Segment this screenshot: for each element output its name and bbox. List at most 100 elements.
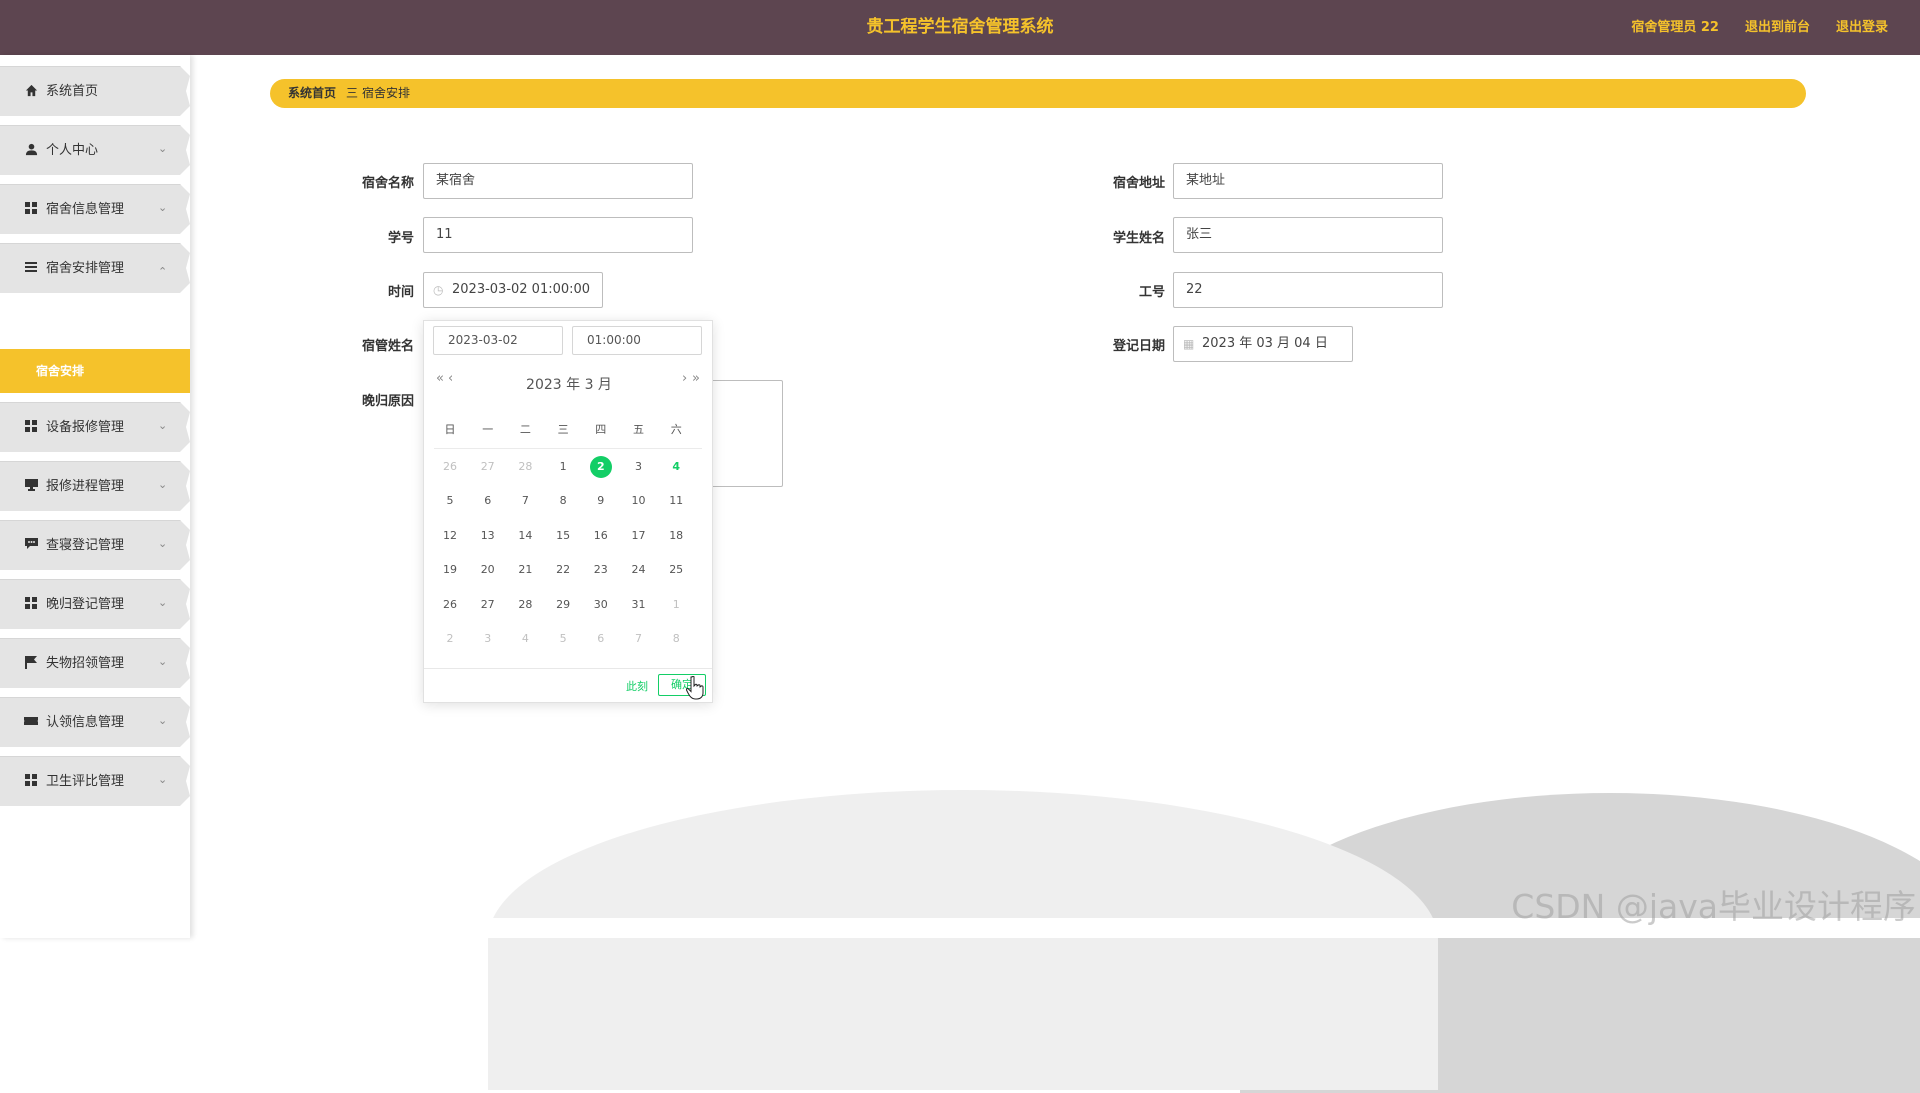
- clock-icon: ◷: [433, 283, 444, 297]
- calendar-day[interactable]: 8: [544, 489, 582, 513]
- sidebar-subitem-label: 宿舍安排: [36, 364, 85, 378]
- sidebar-item-repair[interactable]: 设备报修管理 ⌄: [0, 402, 190, 452]
- calendar-day[interactable]: 5: [431, 489, 469, 513]
- picker-time-input[interactable]: 01:00:00: [572, 326, 702, 355]
- chevron-down-icon: ⌄: [158, 419, 168, 432]
- sidebar-item-label: 宿舍安排管理: [46, 261, 125, 276]
- calendar-day[interactable]: 1: [544, 455, 582, 479]
- calendar-day[interactable]: 28: [506, 593, 544, 617]
- picker-month-title[interactable]: 2023 年 3 月: [424, 374, 714, 394]
- weekday-header: 六: [670, 423, 682, 436]
- calendar-day[interactable]: 13: [469, 524, 507, 548]
- calendar-day[interactable]: 3: [620, 455, 658, 479]
- chevron-down-icon: ⌄: [158, 596, 168, 609]
- staff-id-field[interactable]: 22: [1173, 272, 1443, 308]
- logout-link[interactable]: 退出登录: [1836, 0, 1888, 55]
- calendar-day: 6: [597, 632, 605, 645]
- calendar-day[interactable]: 10: [620, 489, 658, 513]
- chevron-down-icon: ⌄: [158, 142, 168, 155]
- calendar-day: 27: [480, 460, 495, 473]
- sidebar-item-dorm-arrange[interactable]: 宿舍安排管理 ⌃: [0, 243, 190, 293]
- sidebar-item-check-register[interactable]: 查寝登记管理 ⌄: [0, 520, 190, 570]
- calendar-day[interactable]: 4: [657, 455, 695, 479]
- calendar-day[interactable]: 2: [582, 455, 620, 479]
- picker-now-button[interactable]: 此刻: [626, 678, 648, 694]
- chevron-down-icon: ⌄: [158, 201, 168, 214]
- sidebar-item-label: 设备报修管理: [46, 420, 125, 435]
- register-date-label: 登记日期: [1112, 339, 1165, 354]
- time-field-value: 2023-03-02 01:00:00: [452, 282, 591, 297]
- calendar-day: 5: [559, 632, 567, 645]
- calendar-day[interactable]: 27: [469, 593, 507, 617]
- calendar-day[interactable]: 30: [582, 593, 620, 617]
- calendar-day: 8: [672, 632, 680, 645]
- register-date-field[interactable]: ▦ 2023 年 03 月 04 日: [1173, 326, 1353, 362]
- sidebar-item-late-register[interactable]: 晚归登记管理 ⌄: [0, 579, 190, 629]
- calendar-day[interactable]: 18: [657, 524, 695, 548]
- student-name-field[interactable]: 张三: [1173, 217, 1443, 253]
- calendar-day[interactable]: 19: [431, 558, 469, 582]
- breadcrumb-home[interactable]: 系统首页: [288, 79, 336, 108]
- calendar-day: 3: [484, 632, 492, 645]
- next-year-icon[interactable]: »: [692, 371, 700, 386]
- calendar-day[interactable]: 22: [544, 558, 582, 582]
- sidebar-subitem-dorm-arrange[interactable]: 宿舍安排: [0, 349, 190, 393]
- dorm-address-field[interactable]: 某地址: [1173, 163, 1443, 199]
- sidebar-item-label: 报修进程管理: [46, 479, 125, 494]
- calendar-day[interactable]: 21: [506, 558, 544, 582]
- calendar-icon: ▦: [1183, 337, 1195, 351]
- calendar-day: 28: [518, 460, 533, 473]
- grid-icon: [24, 597, 38, 611]
- picker-date-input[interactable]: 2023-03-02: [433, 326, 563, 355]
- next-month-icon[interactable]: ›: [682, 371, 687, 386]
- weekday-header: 三: [557, 423, 569, 436]
- calendar-day[interactable]: 15: [544, 524, 582, 548]
- calendar-day[interactable]: 9: [582, 489, 620, 513]
- grid-icon: [24, 202, 38, 216]
- calendar-day: 4: [521, 632, 529, 645]
- exit-to-front-link[interactable]: 退出到前台: [1745, 0, 1810, 55]
- selected-day-marker: 2: [589, 456, 612, 478]
- weekday-header: 五: [633, 423, 644, 436]
- calendar-day[interactable]: 26: [431, 593, 469, 617]
- calendar-day[interactable]: 6: [469, 489, 507, 513]
- calendar-day[interactable]: 24: [620, 558, 658, 582]
- calendar-day[interactable]: 14: [506, 524, 544, 548]
- calendar-day[interactable]: 31: [620, 593, 658, 617]
- time-field[interactable]: ◷ 2023-03-02 01:00:00: [423, 272, 603, 308]
- datetime-picker-popup: 2023-03-02 01:00:00 « ‹ 2023 年 3 月 › » 日…: [423, 320, 713, 703]
- list-icon: [24, 261, 38, 275]
- user-icon: [24, 143, 38, 157]
- calendar-day[interactable]: 17: [620, 524, 658, 548]
- sidebar-item-hygiene[interactable]: 卫生评比管理 ⌄: [0, 756, 190, 806]
- current-user-label: 宿舍管理员 22: [1631, 20, 1719, 35]
- sidebar-item-home[interactable]: 系统首页: [0, 66, 190, 116]
- calendar-day[interactable]: 29: [544, 593, 582, 617]
- calendar-day[interactable]: 23: [582, 558, 620, 582]
- chevron-down-icon: ⌄: [158, 773, 168, 786]
- sidebar-item-label: 失物招领管理: [46, 656, 125, 671]
- student-id-label: 学号: [387, 231, 414, 246]
- weekday-header: 日: [444, 423, 456, 436]
- calendar-day[interactable]: 12: [431, 524, 469, 548]
- chat-icon: [24, 538, 38, 552]
- late-reason-label: 晚归原因: [361, 394, 414, 409]
- calendar-day[interactable]: 11: [657, 489, 695, 513]
- calendar-day[interactable]: 25: [657, 558, 695, 582]
- calendar-day[interactable]: 20: [469, 558, 507, 582]
- student-name-label: 学生姓名: [1112, 231, 1165, 246]
- sidebar-item-claim-info[interactable]: 认领信息管理 ⌄: [0, 697, 190, 747]
- calendar-day[interactable]: 16: [582, 524, 620, 548]
- sidebar-item-profile[interactable]: 个人中心 ⌄: [0, 125, 190, 175]
- sidebar-item-repair-progress[interactable]: 报修进程管理 ⌄: [0, 461, 190, 511]
- grid-icon: [24, 774, 38, 788]
- calendar-day[interactable]: 7: [506, 489, 544, 513]
- chevron-down-icon: ⌄: [158, 714, 168, 727]
- sidebar-item-label: 个人中心: [46, 143, 99, 158]
- student-id-field[interactable]: 11: [423, 217, 693, 253]
- chevron-up-icon: ⌃: [158, 265, 168, 278]
- sidebar-item-dorm-info[interactable]: 宿舍信息管理 ⌄: [0, 184, 190, 234]
- dorm-name-field[interactable]: 某宿舍: [423, 163, 693, 199]
- sidebar-item-lost-found[interactable]: 失物招领管理 ⌄: [0, 638, 190, 688]
- top-links: 宿舍管理员 22 退出到前台 退出登录: [1631, 0, 1888, 55]
